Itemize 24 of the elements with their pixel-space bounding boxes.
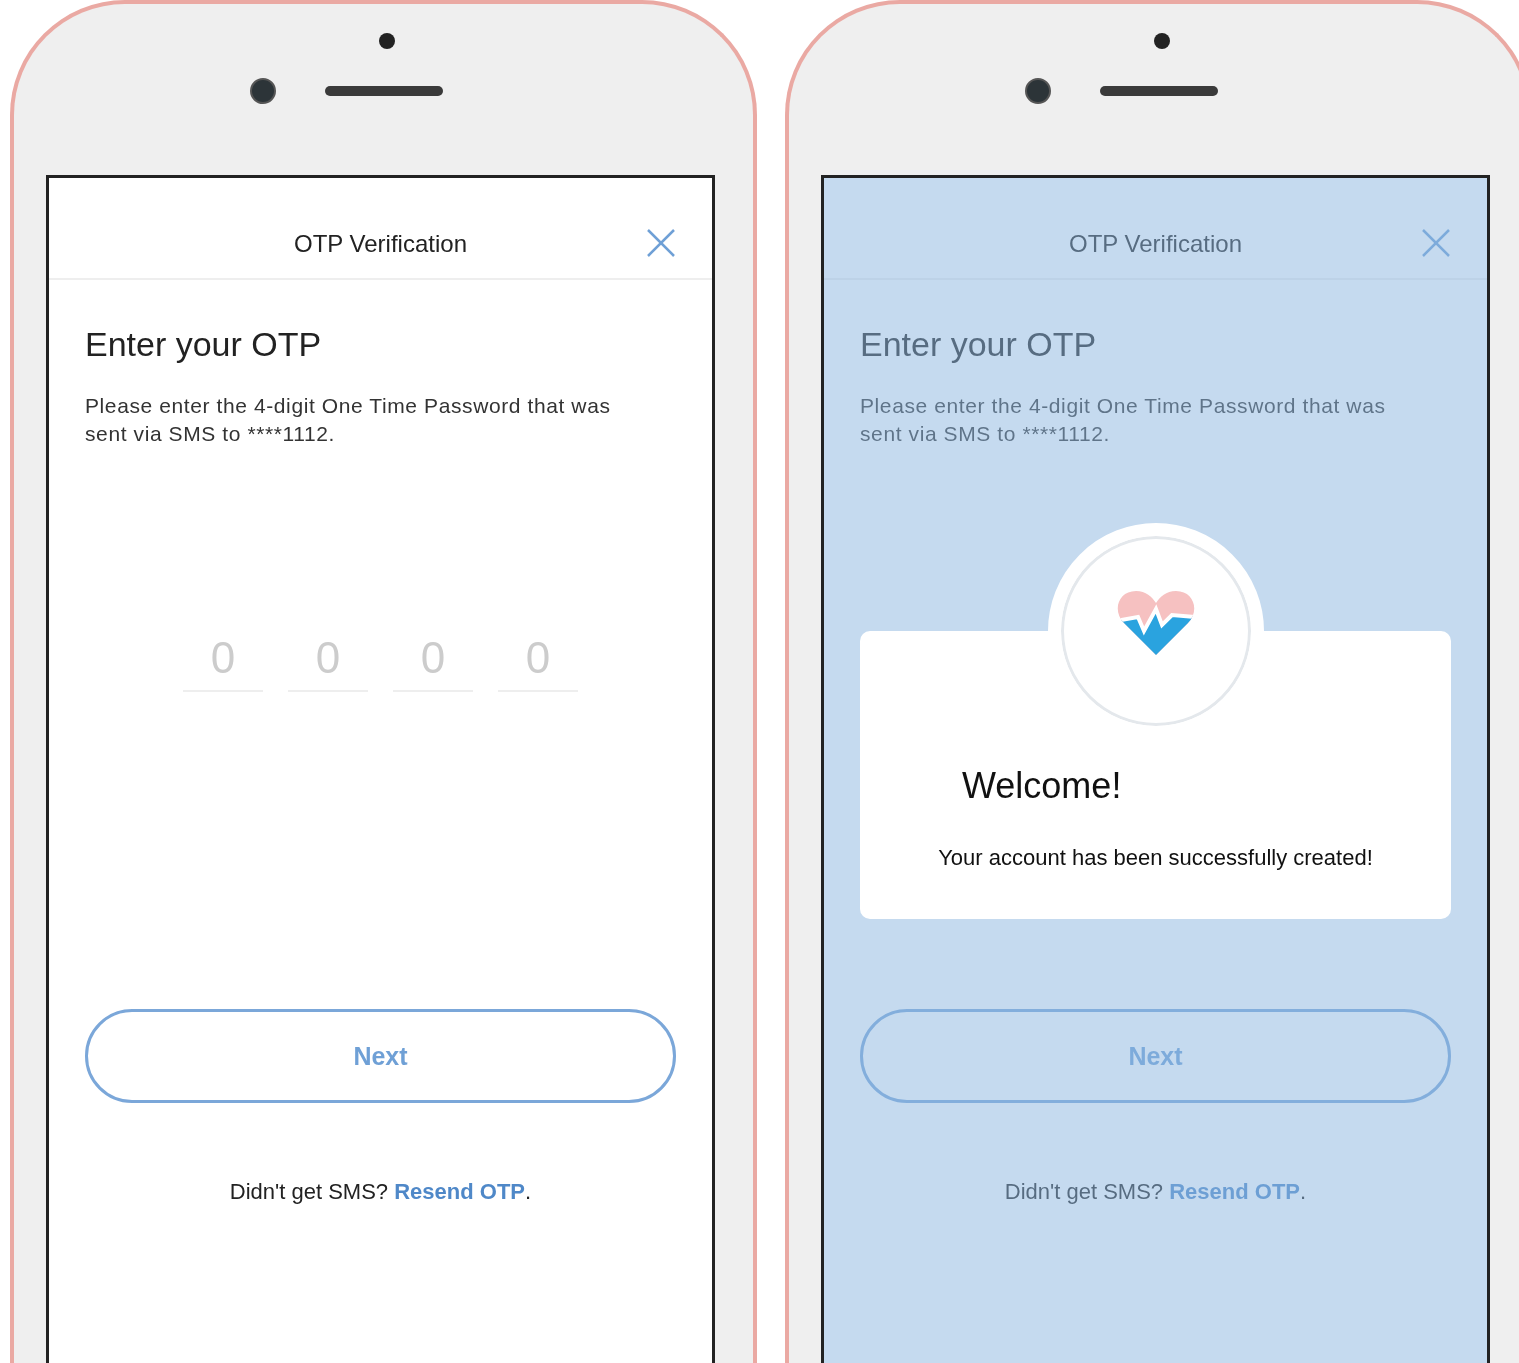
camera-icon [1025,78,1051,104]
camera-icon [250,78,276,104]
resend-otp-link[interactable]: Resend OTP [1169,1179,1301,1204]
close-icon[interactable] [1421,228,1451,258]
resend-otp-link[interactable]: Resend OTP [394,1179,526,1204]
header-title: OTP Verification [294,230,467,258]
header-title: OTP Verification [1069,230,1242,258]
resend-prompt: Didn't get SMS? [1004,1179,1164,1204]
page-heading: Enter your OTP [860,325,1098,364]
next-button[interactable]: Next [860,1009,1451,1103]
sensor-icon [1154,33,1170,49]
resend-period: . [1300,1179,1307,1204]
page-heading: Enter your OTP [85,325,323,364]
sensor-icon [379,33,395,49]
close-icon[interactable] [646,228,676,258]
instructions-text: Please enter the 4-digit One Time Password that was sent via SMS to ****1112. [85,393,612,447]
resend-period: . [525,1179,532,1204]
speaker-icon [325,86,443,96]
resend-prompt: Didn't get SMS? [229,1179,389,1204]
welcome-title: Welcome! [962,765,1122,807]
instructions-text: Please enter the 4-digit One Time Password that was sent via SMS to ****1112. [860,393,1387,447]
welcome-message: Your account has been successfully created! [937,845,1374,871]
next-button[interactable]: Next [85,1009,676,1103]
speaker-icon [1100,86,1218,96]
